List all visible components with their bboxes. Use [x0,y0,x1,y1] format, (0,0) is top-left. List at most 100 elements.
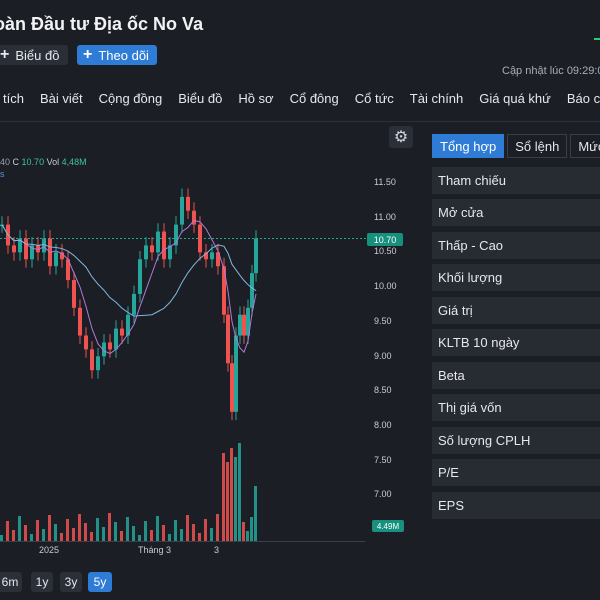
candle-body [198,224,202,253]
volume-bar [126,517,129,541]
candle-body [12,245,16,253]
volume-bar [48,515,51,541]
volume-bar [222,453,225,541]
candle-body [238,314,242,336]
y-tick-label: 11.00 [374,211,396,222]
candle-body [24,238,28,260]
row-low-high: Thấp - Cao [432,232,600,259]
volume-bar [162,525,165,541]
volume-bar [30,534,33,541]
y-tick-label: 10.50 [374,246,397,257]
volume-bar [84,523,87,541]
y-tick-label: 11.50 [374,177,396,187]
candle-body [230,363,234,412]
page-title: oàn Đầu tư Địa ốc No Va [0,14,204,34]
legend-volume-label: Vol [46,157,60,167]
row-beta: Beta [432,362,600,389]
volume-bar [120,531,123,541]
volume-bar [54,524,57,541]
candle-body [72,280,76,308]
row-volume: Khối lượng [432,264,600,291]
range-1y[interactable]: 1y [31,572,53,592]
chart-panel[interactable] [0,122,417,600]
volume-bar [18,516,21,541]
tab-order-book[interactable]: Sổ lệnh [507,134,568,158]
y-tick-label: 8.00 [374,419,392,430]
candle-body [162,231,166,260]
volume-bar [144,521,147,541]
candle-body [138,259,142,294]
y-tick-label: 10.00 [374,281,397,292]
last-price-tag: 10.70 [367,233,403,246]
row-reference: Tham chiếu [432,167,600,194]
volume-bar [204,519,207,541]
x-tick-label: Tháng 3 [138,545,172,555]
volume-bar [230,448,233,541]
nav-item-chart[interactable]: Biểu đồ [170,91,230,106]
candle-body [132,293,136,315]
volume-bar [36,520,39,541]
nav-item-community[interactable]: Cộng đồng [91,91,171,106]
nav-item-articles[interactable]: Bài viết [32,91,91,106]
candle-body [156,231,160,253]
volume-bar [96,518,99,541]
legend-row-2: s [0,169,5,179]
volume-bar [186,515,189,541]
row-value: Giá trị [432,297,600,324]
candle-body [226,314,230,364]
volume-bar [210,528,213,541]
range-3y[interactable]: 3y [60,572,82,592]
volume-bar [60,533,63,541]
y-tick-label: 8.50 [374,385,392,396]
settings-button[interactable]: ⚙ [389,126,413,148]
volume-bar [72,528,75,541]
follow-button[interactable]: + Theo dõi [77,45,157,65]
y-tick-label: 9.50 [374,315,392,326]
volume-bar [216,514,219,541]
volume-bar [78,514,81,541]
nav-item-reports[interactable]: Báo cá [559,91,600,106]
row-eps: EPS [432,492,600,519]
candle-body [114,328,118,350]
volume-bar [114,522,117,541]
last-volume-tag: 4.49M [372,520,404,532]
candle-body [150,245,154,253]
main-nav: tích Bài viết Cộng đồng Biểu đồ Hồ sơ Cổ… [0,91,600,106]
range-5y[interactable]: 5y [88,572,112,592]
candle-body [78,307,82,336]
candle-body [186,196,190,211]
candle-body [234,335,238,412]
nav-item-dividends[interactable]: Cổ tức [347,91,402,106]
x-tick-label: 3 [214,545,220,555]
tab-summary[interactable]: Tổng hợp [432,134,505,158]
nav-item-shareholders[interactable]: Cổ đông [282,91,347,106]
row-open: Mở cửa [432,199,600,226]
candle-body [222,266,226,315]
volume-bar [90,532,93,541]
candle-body [54,252,58,267]
row-pe: P/E [432,459,600,486]
nav-item-price-history[interactable]: Giá quá khứ [471,91,559,106]
volume-bar [132,526,135,541]
chart-button[interactable]: + Biểu đồ [0,45,68,65]
volume-bar [234,457,237,541]
volume-bar [24,525,27,541]
y-tick-label: 7.50 [374,454,392,465]
volume-bar [102,527,105,541]
price-chart[interactable] [0,122,417,600]
volume-bar [12,530,15,541]
candle-body [84,335,88,350]
nav-item-analysis[interactable]: tích [0,91,32,106]
update-time: Cập nhật lúc 09:29:0 [502,65,600,77]
volume-bar [246,531,249,541]
range-6m[interactable]: 6m [0,572,22,592]
candle-body [210,252,214,260]
volume-bar [192,524,195,541]
nav-item-profile[interactable]: Hồ sơ [230,91,281,106]
tab-price-levels[interactable]: Mức g [570,134,600,158]
follow-button-label: Theo dõi [98,47,149,63]
gear-icon: ⚙ [393,129,409,146]
nav-item-finance[interactable]: Tài chính [402,91,471,106]
volume-bar [242,522,245,541]
price-change-indicator [594,38,600,40]
